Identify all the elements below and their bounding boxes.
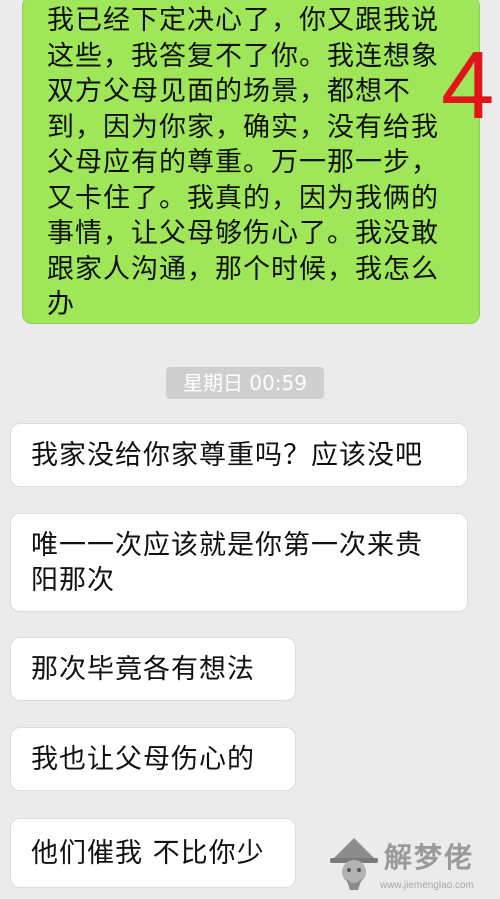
watermark: 解梦佬 www.jiemenglao.com (328, 836, 498, 896)
watermark-url: www.jiemenglao.com (380, 880, 474, 891)
watermark-title: 解梦佬 (384, 841, 475, 874)
received-message-text: 他们催我 不比你少 (31, 838, 265, 869)
received-message-text: 唯一一次应该就是你第一次来贵阳那次 (31, 530, 423, 596)
wizard-logo-icon (330, 838, 378, 890)
sent-message-bubble[interactable]: 我已经下定决心了，你又跟我说这些，我答复不了你。我连想象双方父母见面的场景，都想… (22, 0, 480, 324)
received-message-bubble[interactable]: 那次毕竟各有想法 (10, 637, 296, 701)
received-message-bubble[interactable]: 唯一一次应该就是你第一次来贵阳那次 (10, 513, 468, 612)
received-message-text: 那次毕竟各有想法 (31, 654, 255, 685)
corner-number-label: 4 (441, 32, 495, 139)
timestamp-badge: 星期日 00:59 (166, 367, 324, 399)
received-message-bubble[interactable]: 我也让父母伤心的 (10, 727, 296, 791)
sent-message-text: 我已经下定决心了，你又跟我说这些，我答复不了你。我连想象双方父母见面的场景，都想… (47, 5, 439, 320)
received-message-bubble[interactable]: 我家没给你家尊重吗？应该没吧 (10, 423, 468, 487)
received-message-bubble[interactable]: 他们催我 不比你少 (10, 818, 296, 888)
received-message-text: 我也让父母伤心的 (31, 744, 255, 775)
received-message-text: 我家没给你家尊重吗？应该没吧 (31, 440, 423, 471)
